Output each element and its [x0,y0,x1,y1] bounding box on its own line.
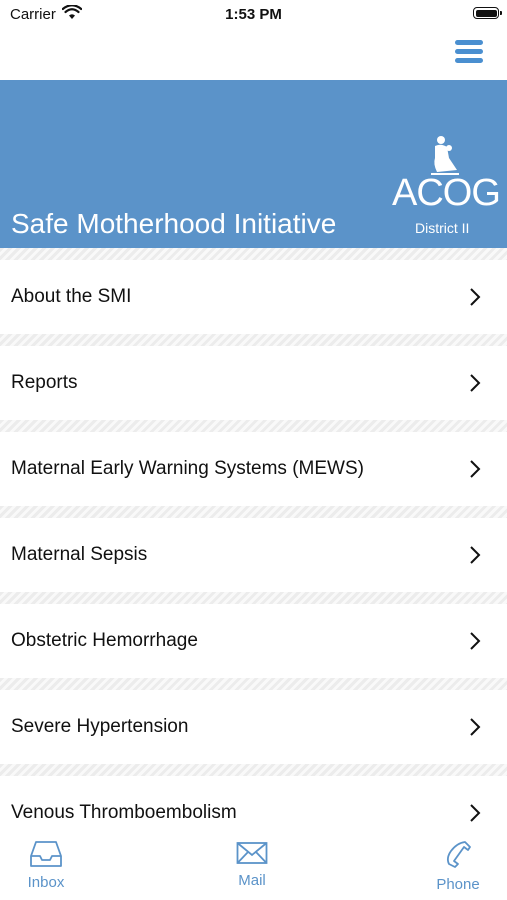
battery-icon [473,7,502,19]
logo-text: ACOG [392,172,501,214]
menu-item-about-smi[interactable]: About the SMI [0,260,507,334]
divider [0,678,507,690]
chevron-right-icon [469,717,481,742]
menu-item-label: Venous Thromboembolism [11,802,237,823]
tab-bar: Inbox Mail Phone [0,826,507,900]
clock-time: 1:53 PM [225,6,282,23]
tab-inbox[interactable]: Inbox [0,826,96,900]
menu-item-obstetric-hemorrhage[interactable]: Obstetric Hemorrhage [0,604,507,678]
chevron-right-icon [469,287,481,312]
mail-icon [202,840,302,866]
divider [0,506,507,518]
divider [0,248,507,260]
divider [0,420,507,432]
menu-item-label: About the SMI [11,286,132,307]
menu-item-severe-hypertension[interactable]: Severe Hypertension [0,690,507,764]
menu-item-label: Maternal Sepsis [11,544,148,565]
tab-mail-label: Mail [238,872,266,889]
chevron-right-icon [469,545,481,570]
page-title: Safe Motherhood Initiative [11,208,337,239]
chevron-right-icon [469,373,481,398]
chevron-right-icon [469,459,481,484]
chevron-right-icon [469,631,481,656]
inbox-icon [0,840,96,868]
top-navigation-bar [0,30,507,80]
tab-phone-label: Phone [436,876,480,893]
chevron-right-icon [469,803,481,828]
tab-phone[interactable]: Phone [408,826,507,900]
menu-item-label: Maternal Early Warning Systems (MEWS) [11,458,364,479]
hamburger-menu-icon[interactable] [455,40,483,64]
menu-item-reports[interactable]: Reports [0,346,507,420]
tab-mail[interactable]: Mail [202,826,302,900]
menu-item-label: Reports [11,372,78,393]
logo-subtitle: District II [415,220,470,236]
tab-inbox-label: Inbox [27,874,65,891]
divider [0,764,507,776]
divider [0,592,507,604]
menu-item-mews[interactable]: Maternal Early Warning Systems (MEWS) [0,432,507,506]
menu-item-label: Severe Hypertension [11,716,189,737]
acog-logo: ACOG District II [392,134,502,244]
divider [0,334,507,346]
menu-item-maternal-sepsis[interactable]: Maternal Sepsis [0,518,507,592]
status-bar: Carrier 1:53 PM [0,0,507,30]
menu-item-label: Obstetric Hemorrhage [11,630,198,651]
phone-icon [408,840,507,870]
